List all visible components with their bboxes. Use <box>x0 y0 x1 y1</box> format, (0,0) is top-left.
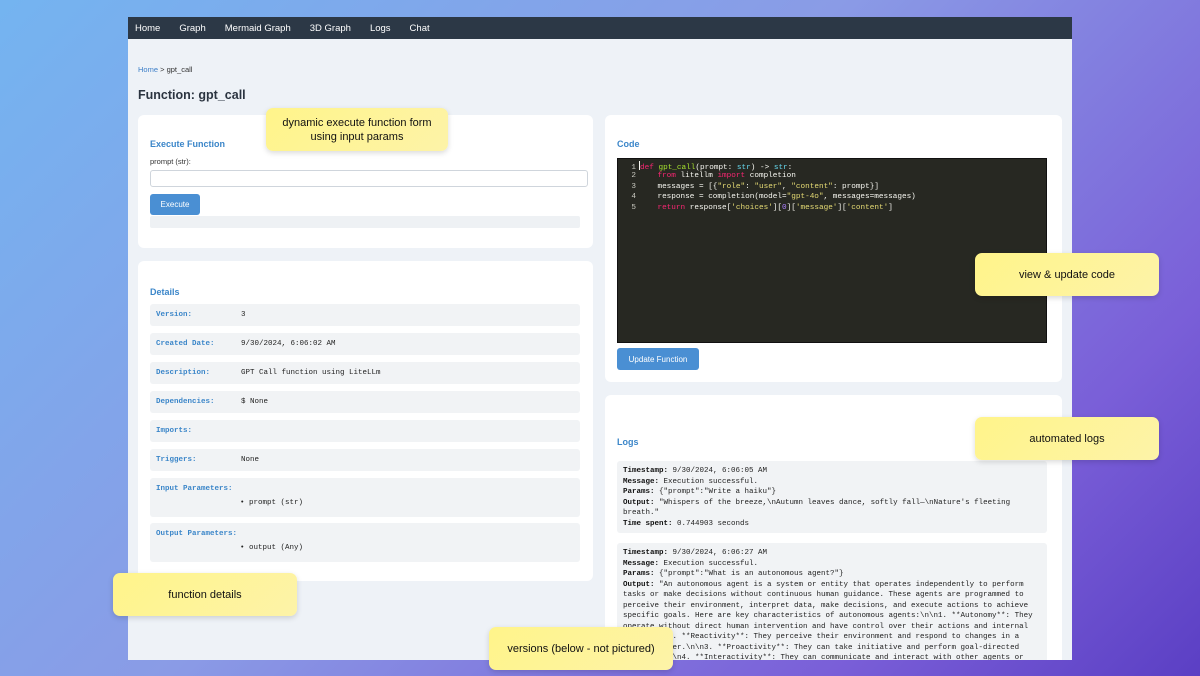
update-function-button[interactable]: Update Function <box>617 348 699 370</box>
log-entry: Timestamp: 9/30/2024, 6:06:05 AM Message… <box>617 461 1047 533</box>
log-params: {"prompt":"Write a haiku"} <box>659 488 777 496</box>
log-output: "Whispers of the breeze,\nAutumn leaves … <box>623 498 1015 518</box>
log-label: Message: <box>623 477 660 486</box>
log-label: Output: <box>623 498 655 507</box>
code-card: Code 1 def gpt_call(prompt: str) -> str: … <box>605 115 1062 382</box>
line-number: 5 <box>631 203 636 212</box>
page-title: Function: gpt_call <box>138 88 246 102</box>
log-time-spent: 0.744903 seconds <box>677 519 750 528</box>
detail-list-item: • prompt (str) <box>240 499 304 507</box>
detail-row-created-date: Created Date: 9/30/2024, 6:06:02 AM <box>150 333 580 355</box>
callout-logs: automated logs <box>975 417 1159 460</box>
breadcrumb-separator: > <box>160 65 165 74</box>
detail-key: Created Date: <box>156 340 215 348</box>
detail-list-item: • output (Any) <box>240 544 304 552</box>
log-label: Params: <box>623 488 655 496</box>
detail-row-input-parameters: Input Parameters: • prompt (str) <box>150 478 580 517</box>
log-output: "An autonomous agent is a system or enti… <box>623 580 1033 661</box>
log-params: {"prompt":"What is an autonomous agent?"… <box>659 570 844 578</box>
detail-key: Dependencies: <box>156 398 215 406</box>
log-label: Timestamp: <box>623 549 669 557</box>
execute-button[interactable]: Execute <box>150 194 200 215</box>
log-label: Timestamp: <box>623 467 669 475</box>
callout-code: view & update code <box>975 253 1159 296</box>
logs-title: Logs <box>617 437 639 447</box>
nav-mermaid-graph[interactable]: Mermaid Graph <box>225 23 291 34</box>
log-timestamp: 9/30/2024, 6:06:27 AM <box>672 549 768 557</box>
detail-value: None <box>241 456 260 464</box>
details-card: Details Version: 3 Created Date: 9/30/20… <box>138 261 593 581</box>
detail-row-output-parameters: Output Parameters: • output (Any) <box>150 523 580 562</box>
code-line: 2 from litellm import completion <box>618 171 796 181</box>
callout-versions: versions (below - not pictured) <box>489 627 673 670</box>
detail-row-triggers: Triggers: None <box>150 449 580 471</box>
callout-details: function details <box>113 573 297 616</box>
breadcrumb-current: gpt_call <box>166 65 193 74</box>
top-navbar: Home Graph Mermaid Graph 3D Graph Logs C… <box>128 17 1072 39</box>
log-label: Params: <box>623 570 655 578</box>
detail-key: Triggers: <box>156 456 197 464</box>
detail-row-dependencies: Dependencies: $ None <box>150 391 580 413</box>
nav-3d-graph[interactable]: 3D Graph <box>310 23 351 34</box>
detail-row-description: Description: GPT Call function using Lit… <box>150 362 580 384</box>
detail-key: Version: <box>156 311 193 319</box>
log-timestamp: 9/30/2024, 6:06:05 AM <box>672 467 768 475</box>
detail-key: Input Parameters: <box>156 485 233 493</box>
detail-key: Description: <box>156 369 211 377</box>
breadcrumb: Home > gpt_call <box>138 65 192 74</box>
code-line: 4 response = completion(model="gpt-4o", … <box>618 192 915 202</box>
code-line: 5 return response['choices'][0]['message… <box>618 203 892 213</box>
line-number: 2 <box>631 172 636 181</box>
nav-logs[interactable]: Logs <box>370 23 391 34</box>
execute-result-area <box>150 216 580 228</box>
line-number: 4 <box>631 193 636 202</box>
breadcrumb-home-link[interactable]: Home <box>138 65 158 74</box>
nav-chat[interactable]: Chat <box>410 23 430 34</box>
code-line: 3 messages = [{"role": "user", "content"… <box>618 182 879 192</box>
log-label: Message: <box>623 559 660 568</box>
nav-home[interactable]: Home <box>135 23 160 34</box>
code-editor[interactable]: 1 def gpt_call(prompt: str) -> str: 2 fro… <box>617 158 1047 343</box>
details-title: Details <box>150 287 180 297</box>
line-number: 3 <box>631 182 636 191</box>
detail-value: 9/30/2024, 6:06:02 AM <box>241 340 336 348</box>
callout-execute-form: dynamic execute function form using inpu… <box>266 108 448 151</box>
log-label: Output: <box>623 580 655 589</box>
log-label: Time spent: <box>623 519 673 528</box>
log-message: Execution successful. <box>663 477 759 486</box>
detail-row-version: Version: 3 <box>150 304 580 326</box>
prompt-param-input[interactable] <box>150 170 588 187</box>
execute-function-title: Execute Function <box>150 139 226 149</box>
log-message: Execution successful. <box>663 559 759 568</box>
detail-value: GPT Call function using LiteLLm <box>241 369 381 377</box>
nav-graph[interactable]: Graph <box>179 23 205 34</box>
log-entry: Timestamp: 9/30/2024, 6:06:27 AM Message… <box>617 543 1047 660</box>
prompt-param-label: prompt (str): <box>150 157 191 166</box>
detail-row-imports: Imports: <box>150 420 580 442</box>
code-title: Code <box>617 139 640 149</box>
detail-key: Imports: <box>156 427 193 435</box>
detail-value: 3 <box>241 311 246 319</box>
detail-value: $ None <box>241 398 269 406</box>
detail-key: Output Parameters: <box>156 530 238 538</box>
